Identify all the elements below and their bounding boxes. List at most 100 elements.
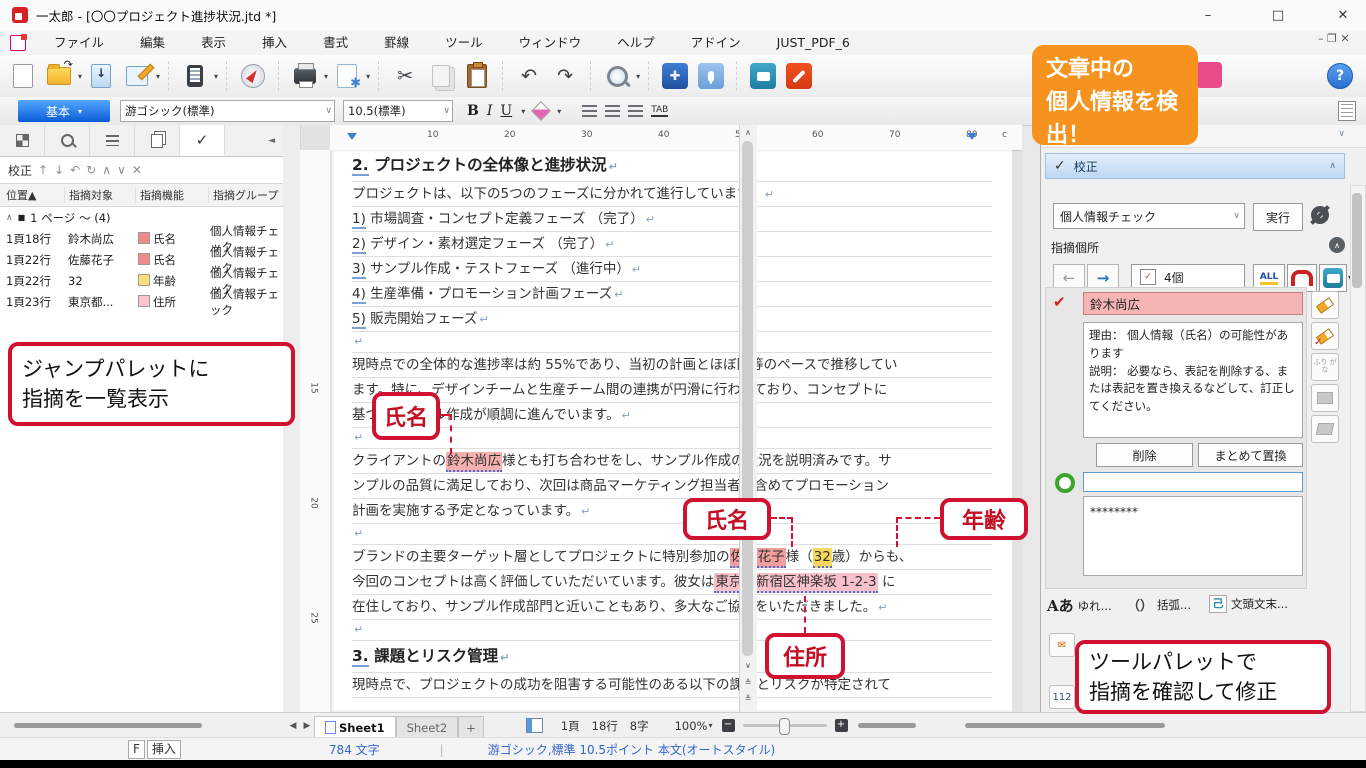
finding-description-box[interactable]: 理由： 個人情報（氏名）の可能性があります 説明： 必要なら、表記を削除する、ま…: [1083, 322, 1303, 438]
bracket-check-button[interactable]: （）括弧...: [1127, 595, 1191, 614]
snapshot-icon[interactable]: [1311, 384, 1339, 412]
zoom-out-button[interactable]: −: [722, 719, 735, 732]
search-icon[interactable]: [602, 61, 632, 91]
collapse-palette-arrow[interactable]: ◄: [225, 125, 283, 156]
italic-button[interactable]: I: [487, 103, 493, 119]
copy-icon[interactable]: [426, 61, 456, 91]
print-dropdown-caret[interactable]: ▾: [324, 72, 328, 81]
save-as-icon[interactable]: [122, 61, 152, 91]
style-select-button[interactable]: 基本▾: [18, 100, 110, 122]
align-center-icon[interactable]: [605, 105, 620, 117]
print-icon[interactable]: [290, 61, 320, 91]
addon-puzzle-icon[interactable]: [660, 61, 690, 91]
underline-dropdown-caret[interactable]: ▾: [521, 107, 525, 116]
left-margin-marker[interactable]: [347, 133, 357, 140]
menu-addin[interactable]: アドイン: [673, 30, 759, 55]
menu-ruled-line[interactable]: 罫線: [366, 30, 427, 55]
tab-outline-icon[interactable]: [0, 125, 45, 156]
sentence-check-button[interactable]: 己文頭文末...: [1209, 595, 1288, 613]
scrollbar-thumb[interactable]: [1352, 193, 1362, 288]
cut-icon[interactable]: ✂: [390, 61, 420, 91]
vertical-ruler[interactable]: 15 20 25: [300, 150, 331, 712]
expand-all-icon[interactable]: ∨: [117, 163, 126, 177]
replacement-candidate-list[interactable]: ********: [1083, 496, 1303, 576]
minimize-button[interactable]: –: [1185, 0, 1231, 30]
highlight-dropdown-caret[interactable]: ▾: [557, 107, 561, 116]
delete-button[interactable]: 削除: [1096, 443, 1193, 467]
col-target[interactable]: 指摘対象: [64, 187, 135, 203]
tab-search-icon[interactable]: [45, 125, 90, 156]
furigana-icon[interactable]: ふり がな: [1311, 353, 1339, 381]
document-icon[interactable]: [10, 35, 26, 51]
redo-jump-icon[interactable]: ↻: [86, 163, 96, 177]
fit-icon[interactable]: ✕: [132, 163, 142, 177]
chevron-up-icon[interactable]: ∧: [1329, 161, 1336, 171]
next-sheet-icon[interactable]: ▶: [300, 721, 314, 731]
proofread-tool-icon[interactable]: [748, 61, 778, 91]
maximize-button[interactable]: □: [1255, 0, 1301, 30]
prev-item-icon[interactable]: ↑: [38, 163, 48, 177]
highlight-name-suzuki[interactable]: 鈴木尚広: [446, 452, 502, 472]
export-icon[interactable]: [1311, 415, 1339, 443]
close-button[interactable]: ✕: [1320, 0, 1366, 30]
print-settings-icon[interactable]: [332, 61, 362, 91]
viewer-dropdown-caret[interactable]: ▾: [214, 72, 218, 81]
tab-pages-icon[interactable]: [135, 125, 180, 156]
menu-file[interactable]: ファイル: [36, 30, 122, 55]
replacement-candidate[interactable]: ********: [1090, 505, 1138, 519]
proofread-palette-header[interactable]: ✓ 校正 ∧: [1045, 153, 1345, 179]
marker-tool-icon[interactable]: [784, 61, 814, 91]
redo-icon[interactable]: ↷: [550, 61, 580, 91]
next-item-icon[interactable]: ↓: [54, 163, 64, 177]
navigation-compass-icon[interactable]: [238, 61, 268, 91]
open-icon[interactable]: [44, 61, 74, 91]
zoom-value[interactable]: 100%: [675, 719, 708, 733]
jump-row-4[interactable]: 1頁23行 東京都... 住所 個人情報チェック: [0, 291, 283, 312]
align-left-icon[interactable]: [582, 105, 597, 117]
search-dropdown-caret[interactable]: ▾: [636, 72, 640, 81]
menu-edit[interactable]: 編集: [122, 30, 183, 55]
open-dropdown-caret[interactable]: ▾: [78, 72, 82, 81]
erase-all-findings-icon[interactable]: ✓: [1311, 322, 1339, 350]
save-as-dropdown-caret[interactable]: ▾: [156, 72, 160, 81]
collapse-all-icon[interactable]: ∧: [102, 163, 111, 177]
zoom-slider-knob[interactable]: [779, 718, 790, 735]
highlight-pen-icon[interactable]: [531, 101, 551, 121]
col-group[interactable]: 指摘グループ: [208, 187, 283, 203]
document-vscrollbar[interactable]: ∧ ∨ ≙ ≚: [739, 125, 757, 712]
zoom-in-button[interactable]: +: [835, 719, 848, 732]
scrollbar-thumb[interactable]: [742, 141, 753, 656]
paste-icon[interactable]: [462, 61, 492, 91]
palette-list-icon[interactable]: [1338, 101, 1356, 121]
page-down-icon[interactable]: ≚: [740, 691, 756, 705]
new-document-icon[interactable]: [8, 61, 38, 91]
tab-proofread-icon[interactable]: ✓: [180, 125, 225, 156]
yure-check-button[interactable]: Aあゆれ...: [1047, 595, 1112, 616]
mail-check-icon[interactable]: ✉: [1049, 633, 1075, 657]
section-collapse-icon[interactable]: ∧: [1329, 237, 1345, 253]
tab-sheet1[interactable]: Sheet1: [314, 716, 396, 738]
menu-help[interactable]: ヘルプ: [599, 30, 673, 55]
undo-jump-icon[interactable]: ↶: [70, 163, 80, 177]
erase-finding-icon[interactable]: [1311, 291, 1339, 319]
highlight-age[interactable]: 32: [813, 548, 832, 568]
col-position[interactable]: 位置▲: [0, 187, 64, 203]
run-button[interactable]: 実行: [1253, 203, 1303, 231]
jump-hscrollbar[interactable]: [14, 723, 202, 728]
viewer-icon[interactable]: [180, 61, 210, 91]
font-size-select[interactable]: 10.5(標準)∨: [343, 100, 453, 122]
zoom-dropdown-caret[interactable]: ▾: [708, 721, 712, 730]
insert-mode-badge[interactable]: 挿入: [147, 740, 181, 759]
right-margin-marker[interactable]: [967, 133, 977, 140]
underline-button[interactable]: U: [500, 103, 512, 119]
palette-vscrollbar[interactable]: [1350, 185, 1366, 712]
col-function[interactable]: 指摘機能: [135, 187, 208, 203]
document-hscrollbar[interactable]: [858, 723, 916, 728]
palette-hscrollbar[interactable]: [965, 723, 1165, 728]
highlight-name-sato[interactable]: 佐藤花子: [730, 548, 786, 568]
menu-just-pdf[interactable]: JUST_PDF_6: [759, 30, 868, 55]
tab-list-icon[interactable]: [90, 125, 135, 156]
pink-tool-icon[interactable]: [1196, 62, 1222, 88]
prev-sheet-icon[interactable]: ◀: [286, 721, 300, 731]
group-collapse-icon[interactable]: ∧: [6, 213, 13, 223]
